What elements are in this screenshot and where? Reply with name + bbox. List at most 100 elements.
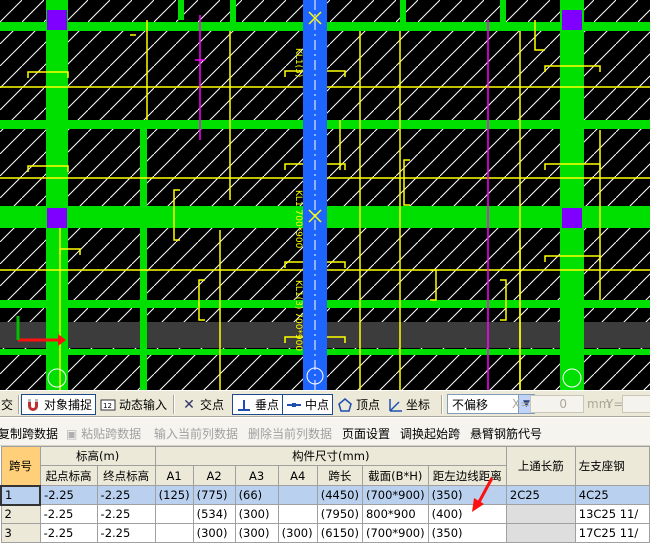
- cell-top-rebar: [505, 523, 576, 543]
- column-header-a3[interactable]: A3: [234, 465, 279, 486]
- table-row[interactable]: 3 -2.25 -2.25 (300) (300) (300) (6150) (…: [0, 523, 650, 543]
- cell-left-support[interactable]: 13C25 11/: [574, 504, 650, 524]
- intersection-toggle[interactable]: 交: [0, 394, 16, 415]
- paste-span-data-button[interactable]: ▣ 粘贴跨数据: [66, 425, 141, 442]
- cell-a4[interactable]: [277, 504, 318, 524]
- column-header-span-length[interactable]: 跨长: [316, 465, 363, 486]
- paste-span-data-label: 粘贴跨数据: [81, 427, 142, 441]
- separator: [18, 395, 20, 414]
- cell-section[interactable]: 800*900: [361, 504, 429, 524]
- cell-span-no[interactable]: 2: [0, 504, 41, 524]
- svg-text:KL1(3) 700*900: KL1(3) 700*900: [293, 280, 303, 351]
- pentagon-icon: [338, 397, 352, 412]
- column-header-span-no[interactable]: 跨号: [0, 446, 41, 486]
- cell-end-elevation[interactable]: -2.25: [96, 504, 156, 524]
- offset-mode-value: 不偏移: [452, 397, 489, 412]
- x-coordinate-value: 0: [559, 397, 567, 411]
- column-group-member-size: 构件尺寸(mm): [154, 446, 507, 466]
- clipboard-icon: ▣: [66, 427, 78, 441]
- magnet-icon: [28, 398, 38, 411]
- object-snap-label: 对象捕捉: [44, 398, 93, 412]
- coordinate-snap-button[interactable]: 坐标: [384, 394, 433, 415]
- vertex-snap-label: 顶点: [356, 398, 381, 412]
- cell-a3[interactable]: (66): [234, 485, 279, 505]
- cell-span-length[interactable]: (4450): [316, 485, 363, 505]
- cell-distance-left[interactable]: (350): [427, 523, 507, 543]
- coordinate-icon: [389, 398, 402, 412]
- column-header-left-support[interactable]: 左支座钢: [574, 446, 650, 486]
- x-label: X=: [512, 397, 531, 411]
- column-header-a2[interactable]: A2: [192, 465, 236, 486]
- cell-a1[interactable]: [154, 523, 194, 543]
- cad-drawing-canvas[interactable]: KL1(3) KL1 700*900 KL1(3) 700*900: [0, 0, 650, 390]
- cell-left-support[interactable]: 4C25: [574, 485, 650, 505]
- swap-start-span-button[interactable]: 调换起始跨: [400, 425, 460, 442]
- cell-section[interactable]: (700*900): [361, 485, 429, 505]
- selected-beam: KL1(3) KL1 700*900 KL1(3) 700*900: [293, 0, 327, 390]
- y-label: Y=: [606, 397, 624, 411]
- cell-span-no[interactable]: 3: [0, 523, 41, 543]
- copy-span-data-button[interactable]: 复制跨数据: [0, 425, 58, 442]
- cell-span-length[interactable]: (7950): [316, 504, 363, 524]
- svg-text:12: 12: [103, 402, 112, 410]
- intersection-snap-button[interactable]: ✕ 交点: [178, 394, 227, 415]
- column-header-section[interactable]: 截面(B*H): [361, 465, 429, 486]
- midpoint-snap-label: 中点: [305, 398, 330, 412]
- column-header-a4[interactable]: A4: [277, 465, 318, 486]
- cell-section[interactable]: (700*900): [361, 523, 429, 543]
- cell-a1[interactable]: (125): [154, 485, 194, 505]
- column-group-elevation: 标高(m): [39, 446, 156, 466]
- column-header-end-elevation[interactable]: 终点标高: [96, 465, 156, 486]
- perpendicular-snap-button[interactable]: 垂点: [232, 394, 284, 415]
- midpoint-icon: [287, 402, 301, 407]
- snap-item-label: 交: [1, 398, 14, 412]
- perpendicular-snap-label: 垂点: [255, 398, 280, 412]
- vertex-snap-button[interactable]: 顶点: [334, 394, 383, 415]
- cell-a4[interactable]: (300): [277, 523, 318, 543]
- object-snap-button[interactable]: 对象捕捉: [21, 394, 97, 415]
- coordinate-snap-label: 坐标: [406, 398, 431, 412]
- separator: [441, 395, 443, 414]
- cell-span-length[interactable]: (6150): [316, 523, 363, 543]
- cell-a3[interactable]: (300): [234, 523, 279, 543]
- cell-start-elevation[interactable]: -2.25: [39, 504, 98, 524]
- cell-a3[interactable]: (300): [234, 504, 279, 524]
- snap-toolbar: 交 对象捕捉 12 动态输入 ✕ 交点 垂点 中点 顶点 坐标 不偏移 ▼ X=…: [0, 390, 650, 417]
- cell-end-elevation[interactable]: -2.25: [96, 485, 156, 505]
- delete-current-column-button[interactable]: 删除当前列数据: [248, 425, 332, 442]
- cell-a2[interactable]: (534): [192, 504, 236, 524]
- page-setup-button[interactable]: 页面设置: [342, 425, 390, 442]
- table-row[interactable]: 1 -2.25 -2.25 (125) (775) (66) (4450) (7…: [0, 484, 650, 506]
- annotation-arrow-icon: [472, 477, 494, 512]
- cell-left-support[interactable]: 17C25 11/: [574, 523, 650, 543]
- intersection-icon: ✕: [183, 396, 195, 413]
- separator: [173, 395, 175, 414]
- dynamic-input-button[interactable]: 12 动态输入: [97, 394, 170, 415]
- cell-a2[interactable]: (775): [192, 485, 236, 505]
- drawing-svg: KL1(3) KL1 700*900 KL1(3) 700*900: [0, 0, 650, 390]
- cell-a4[interactable]: [277, 485, 318, 505]
- column-header-start-elevation[interactable]: 起点标高: [39, 465, 98, 486]
- span-data-toolbar: 复制跨数据 ▣ 粘贴跨数据 输入当前列数据 删除当前列数据 页面设置 调换起始跨…: [0, 418, 650, 446]
- column-header-top-rebar[interactable]: 上通长筋: [505, 446, 576, 486]
- cell-end-elevation[interactable]: -2.25: [96, 523, 156, 543]
- cell-start-elevation[interactable]: -2.25: [39, 523, 98, 543]
- dynamic-input-label: 动态输入: [119, 398, 168, 412]
- svg-text:KL1 700*900: KL1 700*900: [293, 190, 303, 249]
- cantilever-rebar-code-button[interactable]: 悬臂钢筋代号: [470, 425, 542, 442]
- perpendicular-icon: [238, 399, 250, 411]
- cell-a2[interactable]: (300): [192, 523, 236, 543]
- dynamic-input-icon: 12: [100, 399, 116, 410]
- cell-a1[interactable]: [154, 504, 194, 524]
- cell-start-elevation[interactable]: -2.25: [39, 485, 98, 505]
- span-data-table: 跨号 标高(m) 构件尺寸(mm) 上通长筋 左支座钢 起点标高 终点标高 A1…: [0, 446, 650, 543]
- input-current-column-button[interactable]: 输入当前列数据: [154, 425, 238, 442]
- midpoint-snap-button[interactable]: 中点: [282, 394, 334, 415]
- column-header-a1[interactable]: A1: [154, 465, 194, 486]
- cell-top-rebar[interactable]: 2C25: [505, 485, 576, 505]
- y-coordinate-input[interactable]: [622, 395, 650, 413]
- table-row[interactable]: 2 -2.25 -2.25 (534) (300) (7950) 800*900…: [0, 504, 650, 524]
- cell-span-no[interactable]: 1: [0, 484, 42, 506]
- cell-top-rebar: [505, 504, 576, 524]
- x-coordinate-input[interactable]: 0: [530, 395, 584, 413]
